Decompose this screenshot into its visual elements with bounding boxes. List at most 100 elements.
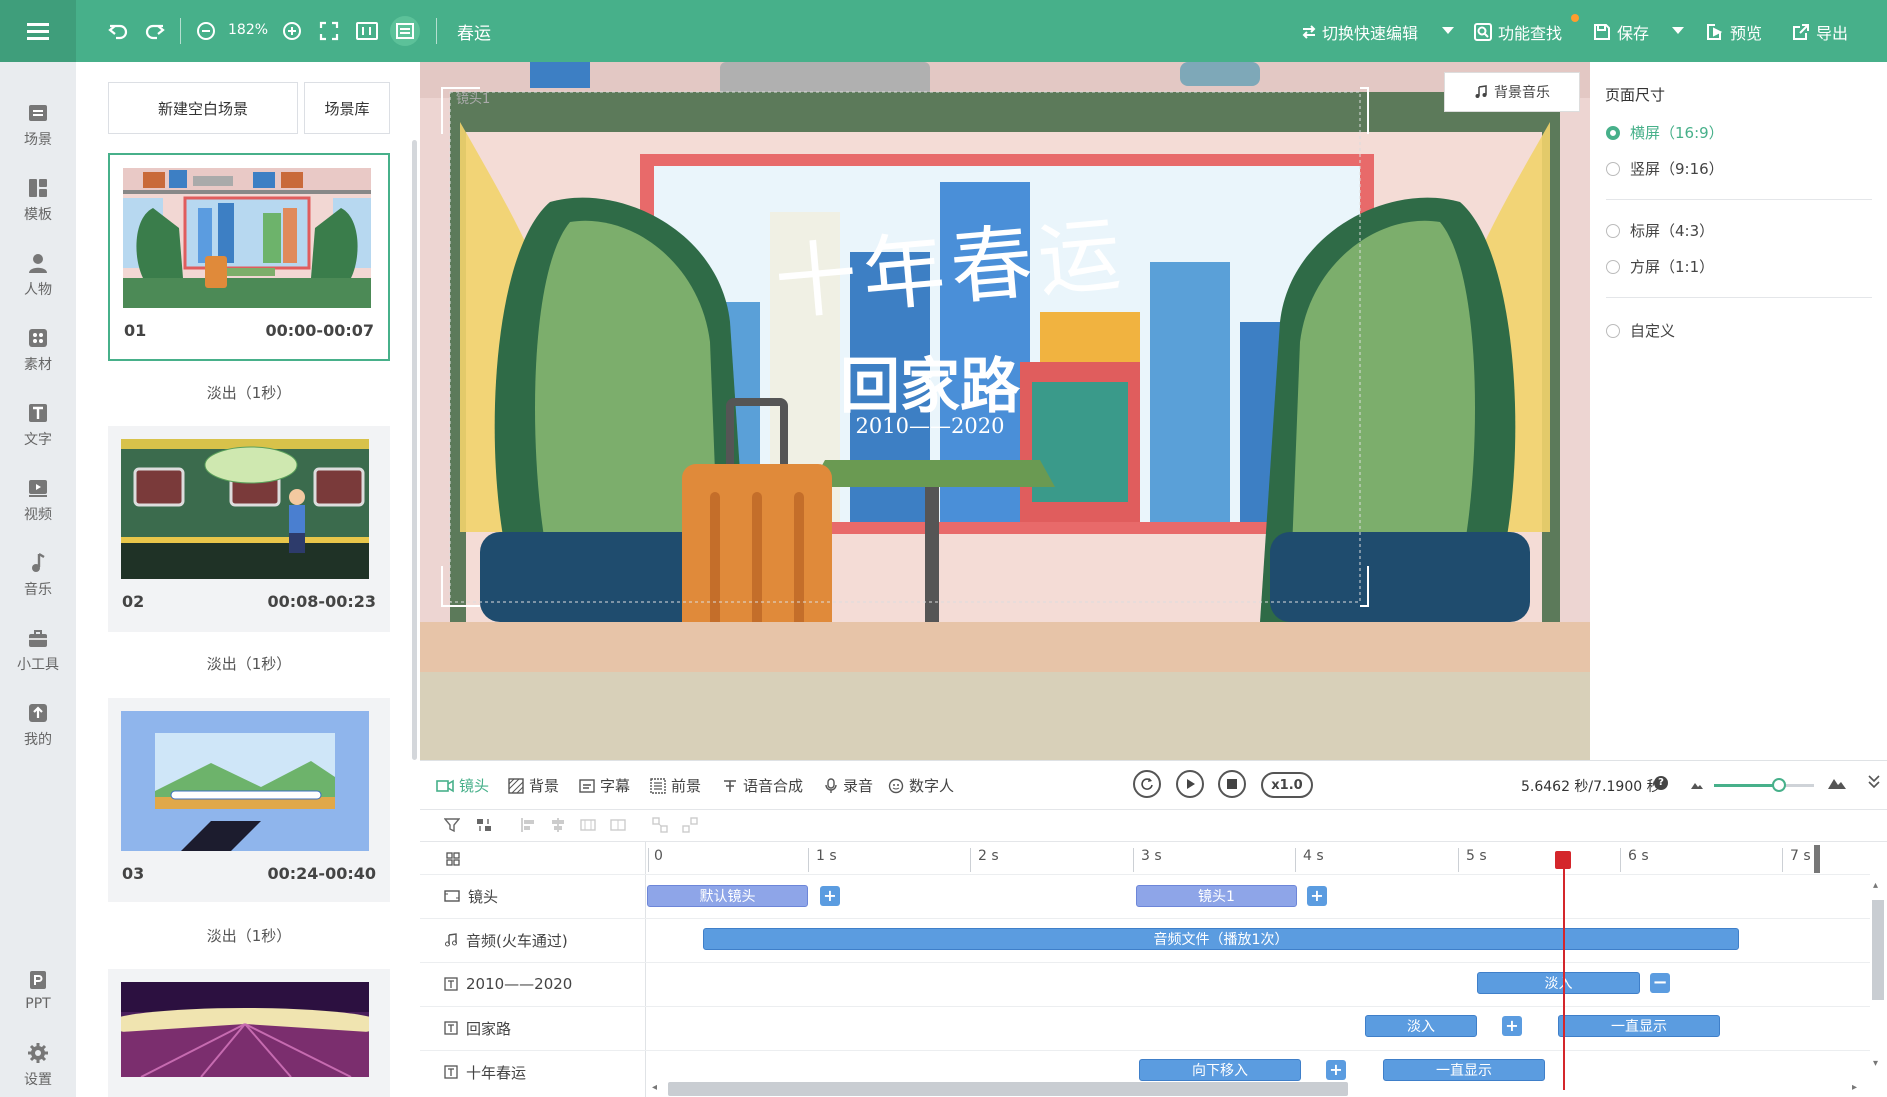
clip-fade-in[interactable]: 淡入 [1477, 972, 1640, 994]
speed-button[interactable]: x1.0 [1261, 772, 1313, 798]
save-button[interactable]: 保存 [1593, 20, 1649, 44]
clip-camera1[interactable]: 镜头1 [1136, 885, 1297, 907]
rail-item-mine[interactable]: 我的 [0, 690, 76, 760]
chevron-down-icon[interactable] [1442, 27, 1454, 34]
scene-card[interactable]: 02 00:08-00:23 [108, 426, 390, 632]
rail-item-toolbox[interactable]: 小工具 [0, 615, 76, 685]
add-clip-button[interactable]: + [1307, 886, 1327, 906]
years-text[interactable]: 2010——2020 [800, 414, 1060, 438]
tool-digital-human[interactable]: 数字人 [888, 775, 954, 796]
add-clip-button[interactable]: + [1326, 1060, 1346, 1080]
playhead-handle[interactable] [1555, 851, 1571, 869]
scroll-up-arrow[interactable]: ▴ [1873, 880, 1878, 891]
unlink-icon[interactable] [682, 817, 698, 837]
timeline-zoom-handle[interactable] [1772, 778, 1786, 792]
track-audio[interactable]: 音频(火车通过) [444, 930, 568, 950]
clip-always-show[interactable]: 一直显示 [1558, 1015, 1720, 1037]
quick-edit-button[interactable]: 切换快速编辑 [1302, 20, 1418, 44]
preview-button[interactable]: 预览 [1706, 20, 1762, 44]
rail-item-video[interactable]: 视频 [0, 465, 76, 535]
tool-subtitle[interactable]: 字幕 [579, 775, 630, 796]
timeline-vertical-scrollbar[interactable] [1872, 900, 1884, 1000]
zoom-in-timeline-icon[interactable] [1827, 774, 1847, 794]
scene-library-button[interactable]: 场景库 [304, 82, 390, 134]
subtitle-icon[interactable] [390, 16, 420, 46]
stage-canvas[interactable]: 镜头1 十年春运 回家路 2010——2020 [420, 62, 1590, 760]
radio-portrait[interactable]: 竖屏（9:16） [1606, 158, 1724, 179]
rail-item-ppt[interactable]: PPT [0, 955, 76, 1025]
remove-clip-button[interactable]: − [1650, 973, 1670, 993]
redo-icon[interactable] [140, 16, 170, 46]
radio-square[interactable]: 方屏（1:1） [1606, 256, 1714, 277]
rail-item-template[interactable]: 模板 [0, 165, 76, 235]
tool-foreground[interactable]: 前景 [650, 775, 701, 796]
chevron-down-icon[interactable] [1672, 27, 1684, 34]
clip-audio-file[interactable]: 音频文件（播放1次） [703, 928, 1739, 950]
scene-transition[interactable]: 淡出（1秒） [108, 653, 390, 674]
add-clip-button[interactable]: + [1502, 1016, 1522, 1036]
scroll-left-arrow[interactable]: ◂ [652, 1082, 657, 1093]
background-music-button[interactable]: 背景音乐 [1444, 72, 1580, 112]
actual-size-icon[interactable] [352, 16, 382, 46]
rail-item-person[interactable]: 人物 [0, 240, 76, 310]
replay-button[interactable] [1133, 770, 1161, 798]
help-icon[interactable]: ? [1654, 776, 1668, 790]
sort-icon[interactable] [476, 817, 492, 837]
scene-card[interactable]: 01 00:00-00:07 [108, 153, 390, 361]
track-camera[interactable]: 镜头 [444, 886, 498, 906]
group-icon[interactable] [610, 817, 626, 837]
scene-transition[interactable]: 淡出（1秒） [108, 925, 390, 946]
rail-item-music[interactable]: 音乐 [0, 540, 76, 610]
clip-always-show[interactable]: 一直显示 [1383, 1059, 1545, 1081]
scene-transition[interactable]: 淡出（1秒） [108, 382, 390, 403]
align-center-icon[interactable] [550, 817, 566, 837]
timeline-end-marker[interactable] [1814, 845, 1820, 873]
scene-card[interactable]: 03 00:24-00:40 [108, 698, 390, 902]
timeline-horizontal-scrollbar[interactable] [668, 1082, 1348, 1096]
tool-tts[interactable]: 语音合成 [722, 775, 803, 796]
scroll-right-arrow[interactable]: ▸ [1852, 1082, 1857, 1093]
radio-landscape[interactable]: 横屏（16:9） [1606, 122, 1724, 143]
filter-icon[interactable] [443, 817, 461, 837]
align-left-icon[interactable] [520, 817, 536, 837]
digital-human-icon [888, 778, 904, 793]
distribute-icon[interactable] [580, 817, 596, 837]
subtitle-text[interactable]: 回家路 [800, 338, 1060, 425]
rail-item-settings[interactable]: 设置 [0, 1030, 76, 1097]
track-text-years[interactable]: 2010——2020 [444, 974, 572, 994]
scene-card[interactable] [108, 969, 390, 1097]
export-button[interactable]: 导出 [1792, 20, 1848, 44]
stop-button[interactable] [1218, 770, 1246, 798]
document-title[interactable]: 春运 [457, 19, 491, 44]
track-text-subtitle[interactable]: 回家路 [444, 1018, 511, 1038]
clip-default-camera[interactable]: 默认镜头 [647, 885, 808, 907]
radio-standard[interactable]: 标屏（4:3） [1606, 220, 1714, 241]
play-button[interactable] [1176, 770, 1204, 798]
zoom-out-icon[interactable] [191, 16, 221, 46]
zoom-in-icon[interactable] [277, 16, 307, 46]
track-text-title[interactable]: 十年春运 [444, 1062, 526, 1082]
rail-item-text[interactable]: 文字 [0, 390, 76, 460]
tool-background[interactable]: 背景 [508, 775, 559, 796]
undo-icon[interactable] [103, 16, 133, 46]
rail-item-scene[interactable]: 场景 [0, 90, 76, 160]
tool-camera[interactable]: 镜头 [436, 775, 489, 796]
fullscreen-icon[interactable] [314, 16, 344, 46]
expand-all-icon[interactable] [446, 852, 460, 870]
rail-item-material[interactable]: 素材 [0, 315, 76, 385]
clip-move-down[interactable]: 向下移入 [1139, 1059, 1301, 1081]
tool-record[interactable]: 录音 [824, 775, 873, 796]
add-clip-button[interactable]: + [820, 886, 840, 906]
function-search-button[interactable]: 功能查找 [1474, 20, 1562, 44]
collapse-timeline-icon[interactable] [1867, 772, 1881, 794]
new-blank-scene-button[interactable]: 新建空白场景 [108, 82, 298, 134]
scene-panel-scrollbar[interactable] [412, 140, 417, 760]
upload-icon [29, 703, 47, 722]
link-icon[interactable] [652, 817, 668, 837]
scroll-down-arrow[interactable]: ▾ [1873, 1058, 1878, 1069]
zoom-out-timeline-icon[interactable] [1690, 776, 1704, 794]
menu-button[interactable] [0, 0, 76, 62]
playhead-line[interactable] [1563, 852, 1565, 1090]
radio-custom[interactable]: 自定义 [1606, 320, 1675, 341]
clip-fade-in[interactable]: 淡入 [1365, 1015, 1477, 1037]
